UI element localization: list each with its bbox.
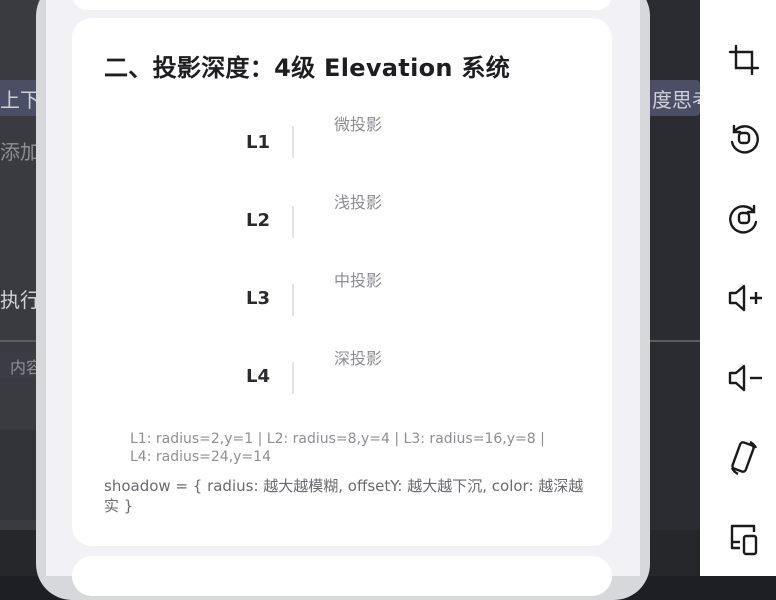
elevation-parameters-note: L1: radius=2,y=1 | L2: radius=8,y=4 | L3… — [130, 431, 545, 465]
level-row-l4: L4 深投影 — [72, 340, 612, 400]
level-label: L3 — [246, 288, 270, 309]
phone-screen: 二、投影深度：4级 Elevation 系统 L1 微投影 L2 浅投影 L3 … — [46, 0, 640, 596]
rotate-right-icon[interactable] — [724, 198, 764, 238]
previous-card — [72, 0, 612, 10]
level-row-l2: L2 浅投影 — [72, 184, 612, 244]
elevation-card: 二、投影深度：4级 Elevation 系统 L1 微投影 L2 浅投影 L3 … — [72, 18, 612, 546]
volume-up-icon[interactable] — [724, 278, 764, 318]
device-icon[interactable] — [724, 518, 764, 558]
next-card — [72, 556, 612, 596]
level-label: L4 — [246, 366, 270, 387]
screen-rotate-icon[interactable] — [724, 438, 764, 478]
level-divider — [292, 206, 294, 238]
background-text-2: 添加 — [0, 140, 40, 164]
level-row-l3: L3 中投影 — [72, 262, 612, 322]
rotate-left-icon[interactable] — [724, 118, 764, 158]
level-label: L1 — [246, 132, 270, 153]
background-text-3: 执行 — [0, 288, 40, 312]
crop-icon[interactable] — [724, 40, 764, 80]
level-row-l1: L1 微投影 — [72, 106, 612, 166]
level-caption: 深投影 — [334, 349, 383, 368]
background-text-1: 上下 — [0, 88, 40, 112]
shadow-summary: shoadow = { radius: 越大越模糊, offsetY: 越大越下… — [104, 477, 584, 515]
level-divider — [292, 126, 294, 158]
level-caption: 微投影 — [334, 115, 383, 134]
section-title: 二、投影深度：4级 Elevation 系统 — [104, 54, 511, 82]
level-divider — [292, 362, 294, 394]
level-label: L2 — [246, 210, 270, 231]
emulator-toolbar — [700, 0, 776, 576]
volume-down-icon[interactable] — [724, 358, 764, 398]
level-caption: 中投影 — [334, 271, 383, 290]
level-divider — [292, 284, 294, 316]
level-caption: 浅投影 — [334, 193, 383, 212]
